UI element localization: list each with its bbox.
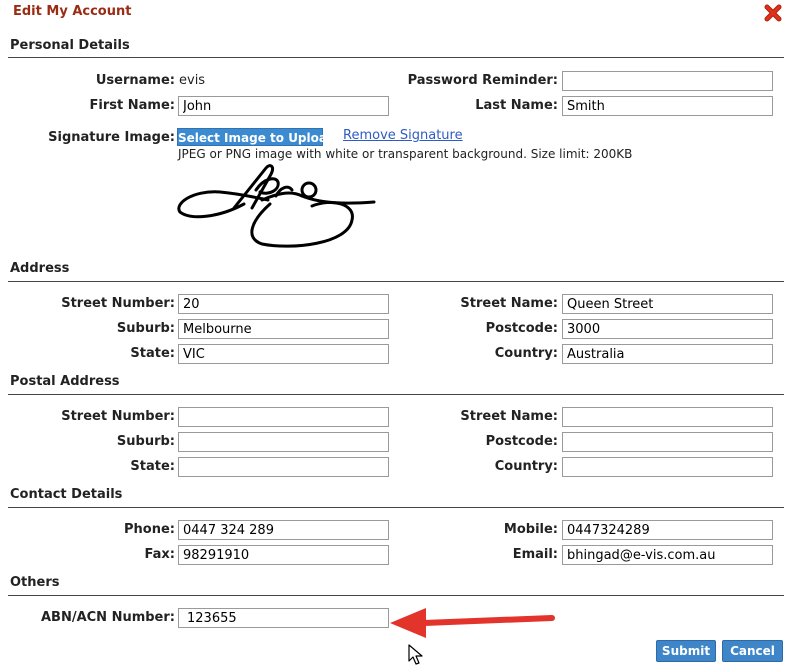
section-others-heading: Others bbox=[10, 575, 60, 590]
first-name-input[interactable] bbox=[178, 96, 389, 116]
first-name-label: First Name: bbox=[89, 98, 175, 113]
username-value: evis bbox=[179, 73, 206, 88]
phone-label: Phone: bbox=[124, 522, 175, 537]
address-postcode-input[interactable] bbox=[562, 319, 773, 339]
section-contact-details-heading: Contact Details bbox=[10, 487, 123, 502]
postal-state-input[interactable] bbox=[178, 457, 389, 477]
signature-image-label: Signature Image: bbox=[48, 130, 175, 145]
dialog-title: Edit My Account bbox=[13, 4, 132, 19]
section-postal-address-heading: Postal Address bbox=[10, 374, 120, 389]
address-street-number-label: Street Number: bbox=[61, 296, 175, 311]
mobile-label: Mobile: bbox=[503, 522, 558, 537]
address-state-label: State: bbox=[130, 346, 175, 361]
postal-postcode-input[interactable] bbox=[562, 432, 773, 452]
section-divider bbox=[8, 595, 784, 596]
remove-signature-link[interactable]: Remove Signature bbox=[343, 128, 463, 143]
address-street-name-label: Street Name: bbox=[460, 296, 558, 311]
cancel-button[interactable]: Cancel bbox=[722, 640, 783, 662]
address-country-label: Country: bbox=[494, 346, 558, 361]
postal-street-number-label: Street Number: bbox=[61, 409, 175, 424]
address-country-input[interactable] bbox=[562, 344, 773, 364]
section-address-heading: Address bbox=[10, 261, 70, 276]
submit-button[interactable]: Submit bbox=[656, 640, 716, 662]
address-suburb-input[interactable] bbox=[178, 319, 389, 339]
select-image-upload-button[interactable]: Select Image to Upload bbox=[177, 128, 336, 146]
postal-suburb-label: Suburb: bbox=[116, 434, 175, 449]
postal-street-name-input[interactable] bbox=[562, 407, 773, 427]
section-divider bbox=[8, 281, 784, 282]
username-label: Username: bbox=[95, 73, 175, 88]
email-input[interactable] bbox=[562, 545, 773, 565]
red-arrow-icon bbox=[390, 608, 555, 638]
postal-country-input[interactable] bbox=[562, 457, 773, 477]
address-street-number-input[interactable] bbox=[178, 294, 389, 314]
address-postcode-label: Postcode: bbox=[485, 321, 558, 336]
password-reminder-input[interactable] bbox=[562, 71, 773, 91]
fax-label: Fax: bbox=[144, 547, 175, 562]
fax-input[interactable] bbox=[178, 545, 389, 565]
address-suburb-label: Suburb: bbox=[116, 321, 175, 336]
postal-suburb-input[interactable] bbox=[178, 432, 389, 452]
password-reminder-label: Password Reminder: bbox=[407, 73, 558, 88]
abn-acn-input[interactable] bbox=[178, 608, 389, 628]
mouse-cursor-icon bbox=[408, 644, 423, 665]
postal-state-label: State: bbox=[130, 459, 175, 474]
postal-street-number-input[interactable] bbox=[178, 407, 389, 427]
section-personal-details-heading: Personal Details bbox=[10, 38, 130, 53]
address-state-input[interactable] bbox=[178, 344, 389, 364]
phone-input[interactable] bbox=[178, 520, 389, 540]
section-divider bbox=[8, 57, 784, 58]
postal-street-name-label: Street Name: bbox=[460, 409, 558, 424]
postal-country-label: Country: bbox=[494, 459, 558, 474]
section-divider bbox=[8, 394, 784, 395]
last-name-input[interactable] bbox=[562, 96, 773, 116]
email-label: Email: bbox=[512, 547, 558, 562]
last-name-label: Last Name: bbox=[475, 98, 558, 113]
address-street-name-input[interactable] bbox=[562, 294, 773, 314]
postal-postcode-label: Postcode: bbox=[485, 434, 558, 449]
signature-image bbox=[177, 164, 376, 248]
abn-acn-label: ABN/ACN Number: bbox=[40, 610, 175, 625]
signature-hint-text: JPEG or PNG image with white or transpar… bbox=[178, 147, 633, 161]
close-x-icon[interactable] bbox=[764, 4, 782, 22]
mobile-input[interactable] bbox=[562, 520, 773, 540]
section-divider bbox=[8, 507, 784, 508]
